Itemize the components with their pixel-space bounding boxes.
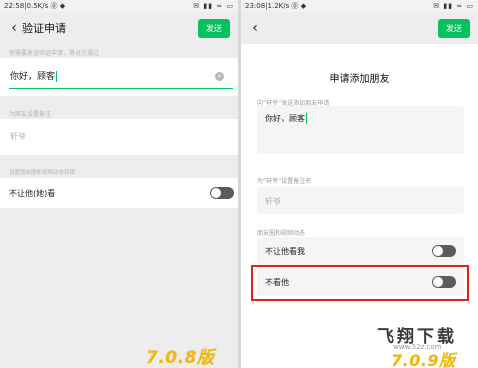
remark-hint: 为朋友设置备注 — [9, 111, 52, 118]
text-cursor — [306, 113, 307, 124]
clear-icon[interactable]: × — [215, 72, 224, 81]
input-underline — [9, 88, 233, 89]
right-screen: 23:08|1.2K/s ⓪ ◆ ✉ ▮▮ ≈ ▭ ‹ 发送 申请添加朋友 向“… — [241, 0, 478, 368]
moments-hint: 设置朋友圈和视频动态权限 — [9, 170, 76, 176]
option-label: 不让他(她)看 — [9, 189, 56, 198]
moments-hint: 朋友圈和视频动态 — [257, 230, 306, 237]
highlight-box — [251, 265, 469, 301]
text-cursor — [56, 71, 58, 82]
nav-bar: ‹ 验证申请 发送 — [0, 12, 238, 44]
back-arrow-icon[interactable]: ‹ — [6, 19, 22, 37]
status-icons: ✉ ▮▮ ≈ ▭ — [433, 2, 474, 10]
message-input[interactable]: 你好，顾客 — [265, 113, 307, 124]
status-time: 22:58|0.5K/s ⓪ ◆ — [4, 2, 66, 10]
message-text: 你好，顾客 — [10, 72, 56, 82]
send-button[interactable]: 发送 — [198, 19, 230, 38]
version-label: 7.0.9版 — [391, 351, 456, 368]
send-button[interactable]: 发送 — [438, 19, 470, 38]
toggle-knob — [211, 188, 221, 198]
remark-hint: 为“轩爷”设置备注名 — [257, 178, 312, 185]
message-text: 你好，顾客 — [265, 114, 305, 123]
option1-toggle[interactable] — [432, 245, 456, 257]
remark-section — [0, 119, 238, 155]
option1-label: 不让他看我 — [265, 247, 305, 256]
remark-input[interactable]: 轩爷 — [10, 131, 26, 142]
remark-field[interactable] — [257, 187, 464, 214]
message-hint: 你需要发送验证申请，等对方通过 — [9, 50, 100, 57]
message-input[interactable]: 你好，顾客 — [10, 69, 58, 82]
status-bar: 23:08|1.2K/s ⓪ ◆ ✉ ▮▮ ≈ ▭ — [241, 0, 478, 12]
status-bar: 22:58|0.5K/s ⓪ ◆ ✉ ▮▮ ≈ ▭ — [0, 0, 238, 12]
option-toggle[interactable] — [210, 187, 234, 199]
status-time: 23:08|1.2K/s ⓪ ◆ — [245, 2, 307, 10]
page-title: 验证申请 — [22, 22, 66, 35]
left-screen: 22:58|0.5K/s ⓪ ◆ ✉ ▮▮ ≈ ▭ ‹ 验证申请 发送 你需要发… — [0, 0, 238, 368]
page-heading: 申请添加朋友 — [329, 74, 390, 85]
version-label: 7.0.8版 — [146, 348, 215, 368]
nav-bar: ‹ 发送 — [241, 12, 478, 44]
toggle-knob — [433, 246, 443, 256]
back-arrow-icon[interactable]: ‹ — [247, 19, 263, 37]
status-icons: ✉ ▮▮ ≈ ▭ — [193, 2, 234, 10]
remark-input[interactable]: 轩爷 — [265, 196, 281, 207]
